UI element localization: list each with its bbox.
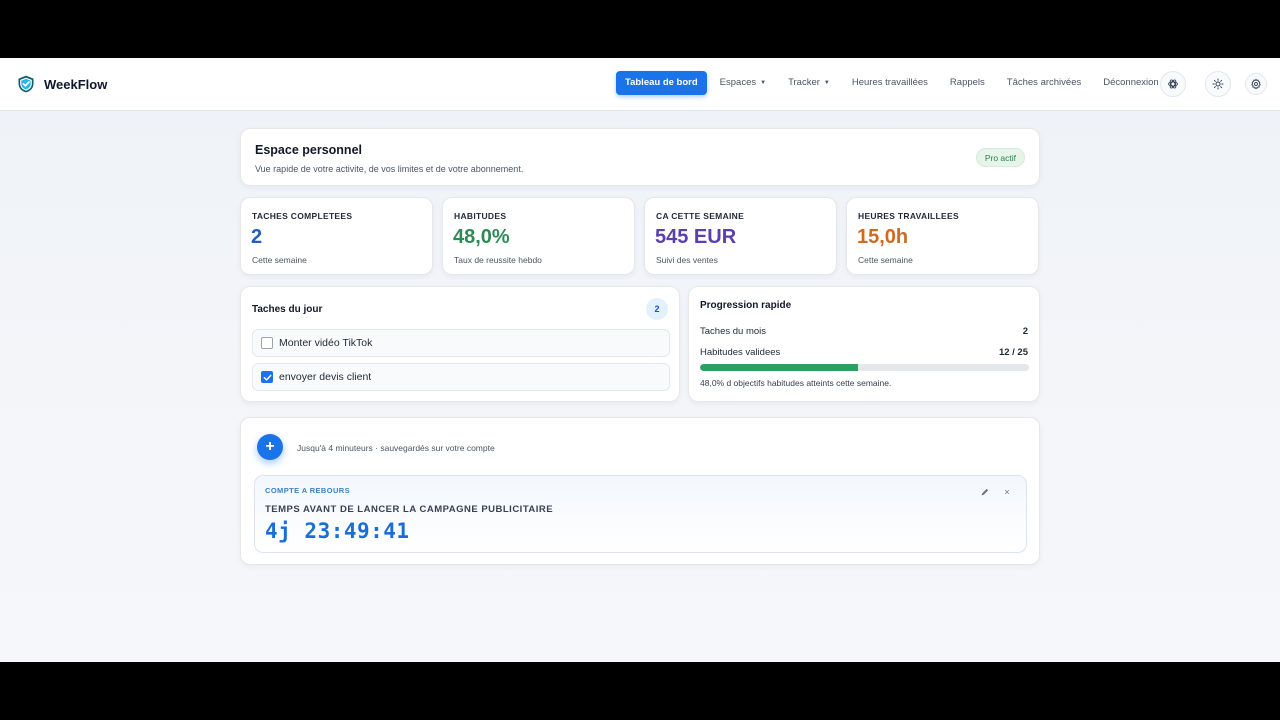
- stat-label: HABITUDES: [454, 211, 507, 221]
- stat-sub: Cette semaine: [252, 255, 307, 265]
- subscription-badge: Pro actif: [975, 148, 1025, 167]
- top-navbar: WeekFlow Tableau de bord Espaces ▼ Tracke…: [0, 58, 1280, 111]
- stat-sub: Cette semaine: [858, 255, 913, 265]
- nav-heures[interactable]: Heures travaillées: [843, 71, 937, 95]
- progress-row-value: 12 / 25: [998, 347, 1028, 358]
- nav-links: Tableau de bord Espaces ▼ Tracker ▼ Heures…: [616, 71, 1172, 95]
- add-timer-button[interactable]: +: [257, 434, 283, 460]
- progress-row: Habitudes validees 12 / 25: [700, 347, 1028, 358]
- nav-tracker[interactable]: Tracker ▼: [779, 71, 839, 95]
- page-title: Espace personnel: [255, 143, 362, 157]
- task-item[interactable]: envoyer devis client: [252, 363, 670, 391]
- settings-button[interactable]: [1245, 73, 1267, 95]
- daily-tasks-card: Taches du jour 2 Monter vidéo TikTok env…: [240, 286, 680, 402]
- countdown-title: TEMPS AVANT DE LANCER LA CAMPAGNE PUBLIC…: [265, 504, 554, 515]
- stat-value: 48,0%: [453, 226, 510, 248]
- stat-value: 15,0h: [857, 226, 909, 248]
- nav-archived[interactable]: Tâches archivées: [998, 71, 1090, 95]
- page-subtitle: Vue rapide de votre activite, de vos lim…: [255, 164, 524, 174]
- task-text: envoyer devis client: [279, 371, 372, 383]
- stat-card-revenue: CA CETTE SEMAINE 545 EUR Suivi des vente…: [644, 197, 837, 275]
- task-checkbox[interactable]: [261, 337, 273, 349]
- habits-progress-fill: [700, 364, 858, 371]
- nav-label: Tâches archivées: [1006, 77, 1082, 88]
- progress-title: Progression rapide: [700, 300, 792, 311]
- progress-row: Taches du mois 2: [700, 326, 1028, 337]
- habits-progress-bar: [700, 364, 1029, 371]
- countdown-kicker: COMPTE A REBOURS: [265, 486, 351, 495]
- stat-label: TACHES COMPLETEES: [252, 211, 353, 221]
- tasks-title: Taches du jour: [252, 304, 323, 315]
- stat-sub: Suivi des ventes: [656, 255, 718, 265]
- brand-name: WeekFlow: [44, 76, 108, 92]
- progress-note: 48,0% d objectifs habitudes atteints cet…: [700, 378, 892, 388]
- pencil-icon: [981, 488, 989, 496]
- nav-logout[interactable]: Déconnexion: [1094, 71, 1167, 95]
- remove-timer-button[interactable]: ×: [1000, 485, 1014, 499]
- app-screen: WeekFlow Tableau de bord Espaces ▼ Tracke…: [0, 58, 1280, 662]
- task-text: Monter vidéo TikTok: [279, 337, 373, 349]
- openai-icon: [1168, 79, 1178, 89]
- stat-card-habits: HABITUDES 48,0% Taux de reussite hebdo: [442, 197, 635, 275]
- caret-down-icon: ▼: [823, 80, 830, 86]
- nav-label: Heures travaillées: [851, 77, 928, 88]
- ai-assistant-button[interactable]: [1160, 71, 1186, 97]
- timers-hint: Jusqu'à 4 minuteurs · sauvegardés sur vo…: [297, 443, 495, 453]
- check-icon: [263, 374, 271, 381]
- nav-rappels[interactable]: Rappels: [941, 71, 994, 95]
- edit-timer-button[interactable]: [978, 485, 992, 499]
- sun-icon: [1212, 78, 1224, 90]
- gear-icon: [1251, 78, 1261, 89]
- timers-card: + Jusqu'à 4 minuteurs · sauvegardés sur …: [240, 417, 1040, 565]
- countdown-time: 4j 23:49:41: [265, 519, 410, 543]
- stat-value: 545 EUR: [655, 226, 737, 248]
- progress-row-value: 2: [1022, 326, 1028, 337]
- stat-card-hours: HEURES TRAVAILLEES 15,0h Cette semaine: [846, 197, 1039, 275]
- caret-down-icon: ▼: [760, 80, 767, 86]
- brand[interactable]: WeekFlow: [16, 74, 107, 94]
- quick-progress-card: Progression rapide Taches du mois 2 Habi…: [688, 286, 1040, 402]
- tasks-count-badge: 2: [646, 298, 668, 320]
- theme-toggle-button[interactable]: [1205, 71, 1231, 97]
- nav-dashboard[interactable]: Tableau de bord: [616, 71, 707, 95]
- shield-check-icon: [18, 75, 34, 93]
- progress-row-label: Taches du mois: [700, 326, 767, 337]
- task-checkbox[interactable]: [261, 371, 273, 383]
- nav-label: Tableau de bord: [625, 77, 698, 88]
- task-item[interactable]: Monter vidéo TikTok: [252, 329, 670, 357]
- progress-row-label: Habitudes validees: [700, 347, 781, 358]
- nav-label: Déconnexion: [1103, 77, 1159, 88]
- stat-label: CA CETTE SEMAINE: [656, 211, 745, 221]
- stat-label: HEURES TRAVAILLEES: [858, 211, 959, 221]
- stat-value: 2: [251, 226, 263, 248]
- nav-label: Rappels: [949, 77, 985, 88]
- stat-card-tasks: TACHES COMPLETEES 2 Cette semaine: [240, 197, 433, 275]
- nav-espaces[interactable]: Espaces ▼: [711, 71, 775, 95]
- stat-sub: Taux de reussite hebdo: [454, 255, 542, 265]
- personal-space-card: Espace personnel Vue rapide de votre act…: [240, 128, 1040, 186]
- nav-label: Tracker: [788, 77, 820, 88]
- countdown-timer: COMPTE A REBOURS TEMPS AVANT DE LANCER L…: [254, 475, 1027, 553]
- nav-label: Espaces: [719, 77, 757, 88]
